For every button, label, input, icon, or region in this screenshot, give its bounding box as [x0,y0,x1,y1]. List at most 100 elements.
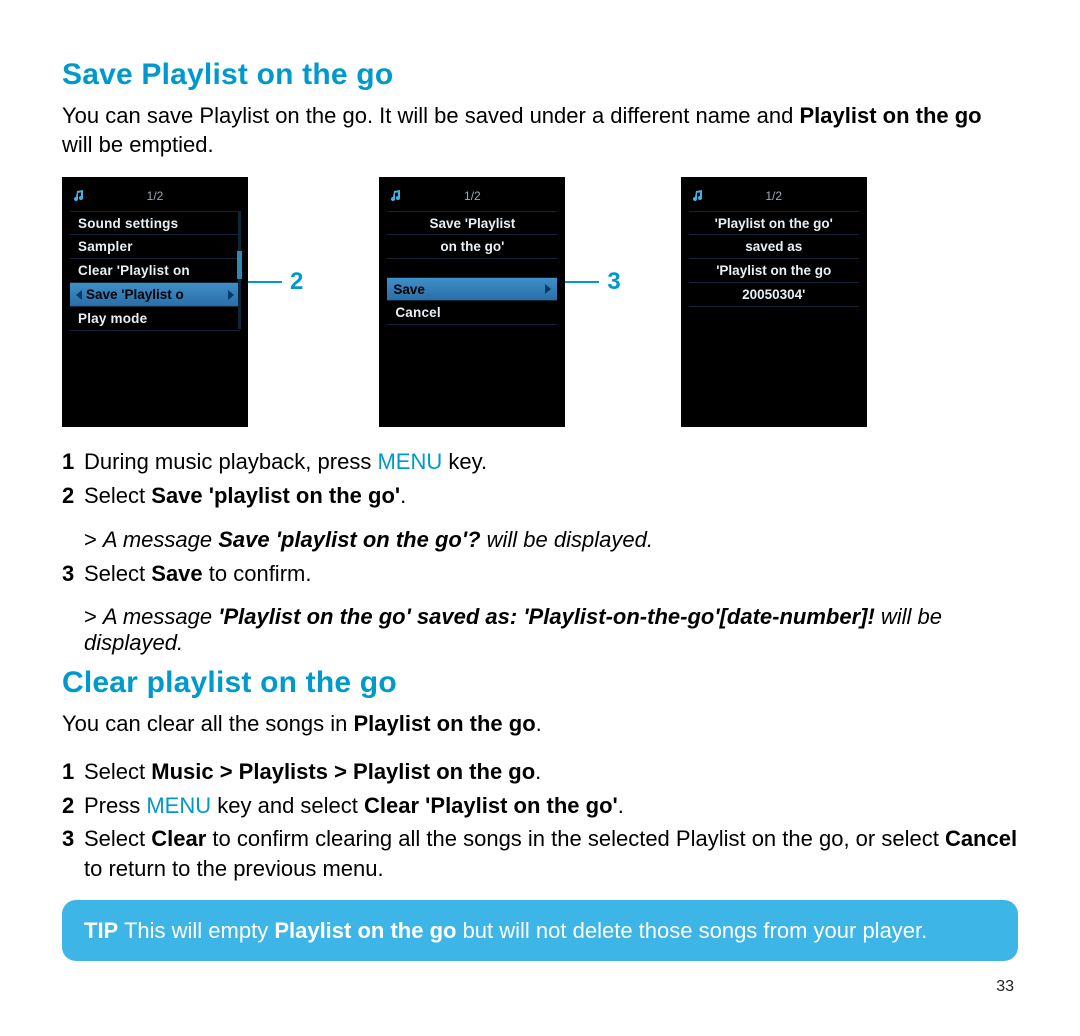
tip-box: TIP This will empty Playlist on the go b… [62,900,1018,962]
list-item: Play mode [70,307,240,331]
device-counter: 1/2 [70,189,240,203]
step-number: 3 [62,559,84,589]
step-text: Select Save 'playlist on the go'. [84,481,1018,511]
step-number: 1 [62,447,84,477]
device-topbar: 1/2 [387,185,557,207]
text: . [618,793,624,818]
message-line: Save 'Playlist [387,211,557,235]
text: to confirm clearing all the songs in the… [206,826,945,851]
text-bold: Save 'playlist on the go' [151,483,400,508]
device-message: 'Playlist on the go' saved as 'Playlist … [689,207,859,307]
step-item: 3 Select Clear to confirm clearing all t… [62,824,1018,883]
key-menu: MENU [146,793,211,818]
text: Select [84,561,151,586]
message-gap [387,259,557,277]
text: key. [442,449,487,474]
device-list: Sound settings Sampler Clear 'Playlist o… [70,211,240,331]
steps-clear: 1 Select Music > Playlists > Playlist on… [62,757,1018,884]
list-item-selected: Save 'Playlist o [70,283,240,307]
scrollbar-thumb [237,251,242,279]
step-number: 3 [62,824,84,883]
list-item-selected: Save [387,277,557,301]
text: . [535,759,541,784]
text-bold: Playlist on the go [799,103,981,128]
heading-save-playlist: Save Playlist on the go [62,58,1018,92]
callout-number-2: 2 [290,268,303,296]
step-number: 2 [62,481,84,511]
text: to confirm. [203,561,312,586]
key-menu: MENU [377,449,442,474]
text-bold: Save [151,561,202,586]
device-screen-2: 1/2 Save 'Playlist on the go' Save Cance… [379,177,565,427]
step-text: Select Save to confirm. [84,559,1018,589]
message-line: 'Playlist on the go [689,259,859,283]
step-item: 2 Select Save 'playlist on the go'. [62,481,1018,511]
step-text: Select Clear to confirm clearing all the… [84,824,1018,883]
message-line: on the go' [387,235,557,259]
message-line: 'Playlist on the go' [689,211,859,235]
caret-icon: > [84,527,97,552]
text-bold: Clear [151,826,206,851]
chevron-right-icon [228,290,234,300]
text: Select [84,483,151,508]
device-row: 1/2 Sound settings Sampler Clear 'Playli… [62,177,1018,427]
text: to return to the previous menu. [84,856,384,881]
steps-save: 1 During music playback, press MENU key.… [62,447,1018,510]
device-topbar: 1/2 [70,185,240,207]
step-item: 2 Press MENU key and select Clear 'Playl… [62,791,1018,821]
callout-number-3: 3 [607,268,620,296]
step-item: 1 Select Music > Playlists > Playlist on… [62,757,1018,787]
text: key and select [211,793,364,818]
message-line: 20050304' [689,283,859,307]
step-item: 3 Select Save to confirm. [62,559,1018,589]
device-counter: 1/2 [387,189,557,203]
chevron-left-icon [76,290,82,300]
step-result: >A message Save 'playlist on the go'? wi… [84,527,1018,553]
steps-save-cont: 3 Select Save to confirm. [62,559,1018,589]
intro-save: You can save Playlist on the go. It will… [62,102,1018,159]
step-item: 1 During music playback, press MENU key. [62,447,1018,477]
tip-label: TIP [84,918,118,943]
step-text: During music playback, press MENU key. [84,447,1018,477]
device-2-wrap: 1/2 Save 'Playlist on the go' Save Cance… [379,177,620,427]
text: During music playback, press [84,449,377,474]
page-number: 33 [996,978,1014,996]
list-item: Sampler [70,235,240,259]
text: This will empty [118,918,274,943]
text-bold: Music > Playlists > Playlist on the go [151,759,535,784]
text: . [400,483,406,508]
text: You can clear all the songs in [62,711,354,736]
message-line: saved as [689,235,859,259]
heading-clear-playlist: Clear playlist on the go [62,666,1018,700]
spacer [621,177,681,427]
text: but will not delete those songs from you… [456,918,927,943]
text-italic: A message Save 'playlist on the go'? wil… [103,527,653,552]
device-screen-1: 1/2 Sound settings Sampler Clear 'Playli… [62,177,248,427]
list-item-label: Save 'Playlist o [86,287,184,302]
step-number: 2 [62,791,84,821]
list-item: Cancel [387,301,557,325]
step-text: Press MENU key and select Clear 'Playlis… [84,791,1018,821]
device-counter: 1/2 [689,189,859,203]
device-1-wrap: 1/2 Sound settings Sampler Clear 'Playli… [62,177,303,427]
text-bold: Cancel [945,826,1017,851]
callout-connector [565,281,599,283]
text: You can save Playlist on the go. It will… [62,103,799,128]
text: Select [84,826,151,851]
device-screen-3: 1/2 'Playlist on the go' saved as 'Playl… [681,177,867,427]
text-bold: Playlist on the go [354,711,536,736]
step-number: 1 [62,757,84,787]
list-item-label: Save [393,282,425,297]
text-bold: Playlist on the go [274,918,456,943]
intro-clear: You can clear all the songs in Playlist … [62,710,1018,739]
device-message: Save 'Playlist on the go' [387,207,557,277]
text: will be emptied. [62,132,214,157]
callout-connector [248,281,282,283]
list-item: Clear 'Playlist on [70,259,240,283]
step-text: Select Music > Playlists > Playlist on t… [84,757,1018,787]
step-result: >A message 'Playlist on the go' saved as… [84,604,1018,656]
device-topbar: 1/2 [689,185,859,207]
text-italic: A message 'Playlist on the go' saved as:… [84,604,942,655]
text-bold: Clear 'Playlist on the go' [364,793,618,818]
chevron-right-icon [545,284,551,294]
